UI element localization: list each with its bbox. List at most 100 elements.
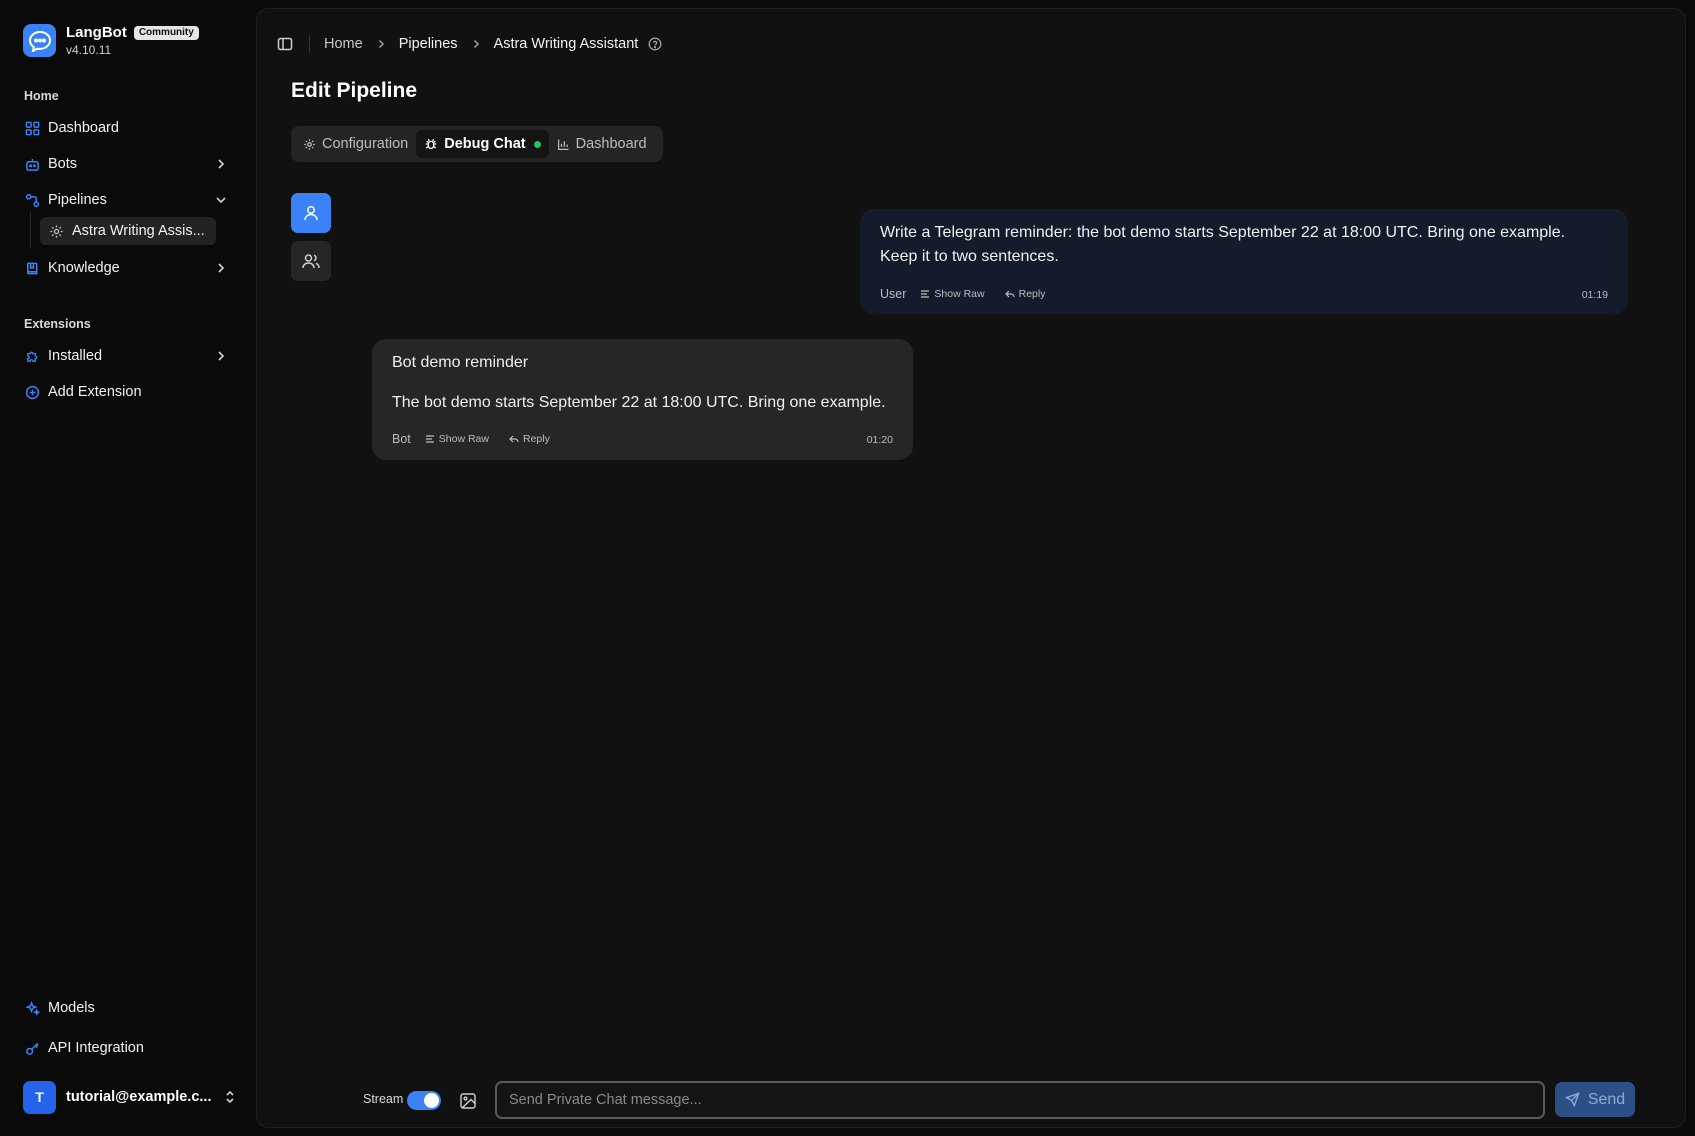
sidebar: LangBot Community v4.10.11 Home Dashboar… xyxy=(0,0,256,1136)
sidebar-item-label: Dashboard xyxy=(48,120,119,136)
tab-debug-chat[interactable]: Debug Chat xyxy=(416,130,549,158)
bug-icon xyxy=(424,137,438,151)
sidebar-item-add-extension[interactable]: Add Extension xyxy=(16,376,238,408)
show-raw-label: Show Raw xyxy=(934,288,985,300)
tree-line xyxy=(30,212,31,248)
message-role: Bot xyxy=(392,432,411,446)
pipeline-tabs: Configuration Debug Chat Dashboard xyxy=(291,126,663,162)
gear-icon xyxy=(303,138,316,151)
breadcrumb: Home Pipelines Astra Writing Assistant xyxy=(324,36,662,52)
bot-icon xyxy=(24,156,40,172)
user-message-line: Write a Telegram reminder: the bot demo … xyxy=(880,224,1566,241)
reply-button[interactable]: Reply xyxy=(509,433,550,445)
user-icon xyxy=(302,204,320,222)
user-message-bubble: Write a Telegram reminder: the bot demo … xyxy=(860,209,1628,314)
topbar: Home Pipelines Astra Writing Assistant xyxy=(275,31,662,57)
plus-circle-icon xyxy=(24,384,40,400)
book-icon xyxy=(24,260,40,276)
group-chat-mode-button[interactable] xyxy=(291,241,331,281)
send-button[interactable]: Send xyxy=(1555,1082,1635,1117)
puzzle-icon xyxy=(24,348,40,364)
sidebar-item-label: Knowledge xyxy=(48,260,120,276)
align-left-icon xyxy=(921,290,930,298)
users-icon xyxy=(301,252,321,270)
user-message-line: Keep it to two sentences. xyxy=(880,248,1059,265)
toggle-knob xyxy=(424,1093,439,1108)
main-panel: Home Pipelines Astra Writing Assistant E… xyxy=(256,8,1686,1128)
reply-icon xyxy=(1004,290,1015,298)
stream-toggle[interactable] xyxy=(407,1091,441,1110)
sidebar-item-bots[interactable]: Bots xyxy=(16,148,238,180)
section-label-extensions: Extensions xyxy=(24,317,91,331)
bot-message-title: Bot demo reminder xyxy=(392,354,529,371)
app-version: v4.10.11 xyxy=(66,43,112,57)
reply-label: Reply xyxy=(522,433,550,445)
sidebar-item-label: Bots xyxy=(48,156,78,172)
tab-label: Debug Chat xyxy=(444,136,526,152)
reply-button[interactable]: Reply xyxy=(1004,288,1046,300)
message-role: User xyxy=(880,287,907,301)
langbot-logo-icon xyxy=(23,24,56,57)
chevrons-up-down-icon xyxy=(223,1089,237,1105)
message-timestamp: 01:19 xyxy=(1581,289,1608,301)
sidebar-item-installed[interactable]: Installed xyxy=(16,340,238,372)
chevron-right-icon xyxy=(214,261,228,275)
show-raw-button[interactable]: Show Raw xyxy=(920,288,985,300)
sidebar-item-models[interactable]: Models xyxy=(16,992,238,1024)
bar-chart-icon xyxy=(557,138,570,151)
send-label: Send xyxy=(1587,1090,1626,1108)
breadcrumb-home[interactable]: Home xyxy=(324,36,363,52)
sidebar-item-knowledge[interactable]: Knowledge xyxy=(16,252,238,284)
bot-message-body: The bot demo starts September 22 at 18:0… xyxy=(392,394,886,411)
align-left-icon xyxy=(425,435,434,443)
send-icon xyxy=(1564,1092,1580,1107)
user-email: tutorial@example.c... xyxy=(66,1089,212,1105)
show-raw-label: Show Raw xyxy=(438,433,489,445)
chevron-right-icon xyxy=(470,38,482,50)
chat-message-input[interactable] xyxy=(495,1081,1545,1119)
image-upload-icon[interactable] xyxy=(457,1090,479,1112)
sidebar-item-label: Pipelines xyxy=(48,192,107,208)
sidebar-subitem-label: Astra Writing Assis... xyxy=(72,223,205,239)
sparkles-icon xyxy=(24,1000,40,1016)
message-timestamp: 01:20 xyxy=(866,434,893,446)
layout-grid-icon xyxy=(24,120,40,136)
user-menu[interactable]: T tutorial@example.c... xyxy=(23,1080,237,1114)
private-chat-mode-button[interactable] xyxy=(291,193,331,233)
sidebar-toggle-icon[interactable] xyxy=(275,34,295,54)
edition-badge: Community xyxy=(133,25,199,40)
chevron-right-icon xyxy=(214,349,228,363)
chevron-right-icon xyxy=(375,38,387,50)
sidebar-item-dashboard[interactable]: Dashboard xyxy=(16,112,238,144)
show-raw-button[interactable]: Show Raw xyxy=(425,433,489,445)
status-dot xyxy=(533,140,541,148)
tab-configuration[interactable]: Configuration xyxy=(295,130,416,158)
message-meta: User Show Raw Reply xyxy=(880,287,1059,301)
sidebar-item-label: API Integration xyxy=(48,1040,144,1056)
sidebar-item-label: Models xyxy=(48,1000,95,1016)
message-meta: Bot Show Raw Reply xyxy=(392,432,564,446)
brand[interactable]: LangBot Community v4.10.11 xyxy=(23,24,199,57)
tab-label: Configuration xyxy=(322,136,409,152)
stream-label: Stream xyxy=(363,1092,404,1106)
brand-name: LangBot xyxy=(66,24,127,41)
section-label-home: Home xyxy=(24,89,59,103)
help-circle-icon[interactable] xyxy=(648,37,662,51)
sidebar-item-pipelines[interactable]: Pipelines xyxy=(16,184,238,216)
breadcrumb-current: Astra Writing Assistant xyxy=(493,36,639,52)
tab-label: Dashboard xyxy=(575,136,647,152)
avatar: T xyxy=(23,1080,56,1114)
workflow-icon xyxy=(24,192,40,208)
sidebar-item-label: Add Extension xyxy=(48,384,142,400)
key-icon xyxy=(24,1040,40,1056)
chevron-right-icon xyxy=(214,157,228,171)
user-message-text: Write a Telegram reminder: the bot demo … xyxy=(880,221,1565,269)
gear-icon xyxy=(49,224,64,239)
bot-message-bubble: Bot demo reminder The bot demo starts Se… xyxy=(372,339,913,460)
sidebar-subitem-pipeline[interactable]: Astra Writing Assis... xyxy=(40,217,216,245)
sidebar-item-api-integration[interactable]: API Integration xyxy=(16,1032,238,1064)
chevron-down-icon xyxy=(214,193,228,207)
tab-dashboard[interactable]: Dashboard xyxy=(549,130,655,158)
reply-label: Reply xyxy=(1018,288,1046,300)
breadcrumb-pipelines[interactable]: Pipelines xyxy=(399,36,458,52)
